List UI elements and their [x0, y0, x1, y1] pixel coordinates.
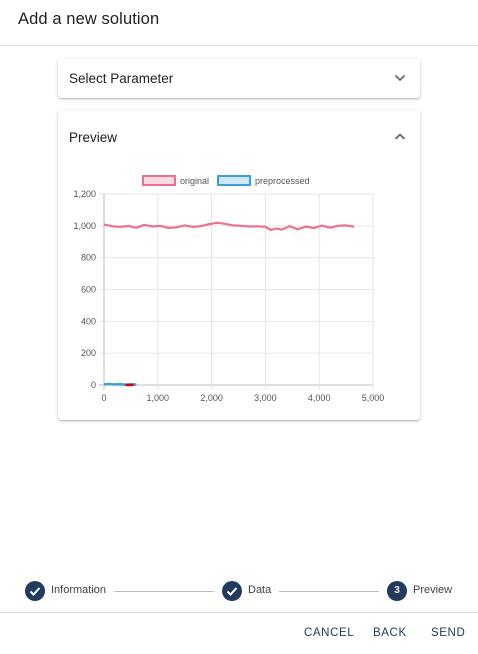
- legend-label-original: original: [180, 176, 209, 186]
- step-data-label: Data: [248, 584, 272, 596]
- step-preview-label: Preview: [413, 584, 453, 596]
- back-button[interactable]: BACK: [373, 627, 407, 639]
- preview-panel: Preview 0 200 400 600 800 1,000 1,200 0 1,000 2,0…: [58, 110, 420, 420]
- preview-panel-header[interactable]: Preview: [58, 110, 420, 150]
- dialog-footer: CANCEL BACK SEND: [0, 612, 478, 654]
- x-tick-label: 2,000: [200, 393, 223, 403]
- x-tick-label: 1,000: [147, 393, 170, 403]
- parameter-panel: Select Parameter: [58, 59, 420, 98]
- chevron-up-icon[interactable]: [394, 131, 406, 143]
- step-information-label: Information: [51, 584, 107, 596]
- y-tick-label: 600: [81, 285, 96, 295]
- legend-swatch-preprocessed: [217, 175, 251, 186]
- parameter-panel-header[interactable]: Select Parameter: [58, 59, 420, 99]
- check-icon: [29, 587, 41, 596]
- check-icon: [226, 587, 238, 596]
- legend-swatch-original: [142, 175, 176, 186]
- y-tick-label: 800: [81, 253, 96, 263]
- chart-svg: 0 200 400 600 800 1,000 1,200 0 1,000 2,000 3,000 4…: [73, 175, 384, 403]
- chart-ticks: 0 200 400 600 800 1,000 1,200 0 1,000 2,000 3,000 4…: [73, 189, 384, 403]
- step-data-icon: [222, 581, 242, 601]
- x-tick-label: 5,000: [362, 393, 385, 403]
- y-tick-label: 0: [91, 380, 96, 390]
- chart-series: [103, 221, 355, 387]
- chevron-down-icon[interactable]: [394, 72, 406, 84]
- x-tick-label: 4,000: [308, 393, 331, 403]
- series-line-original: [103, 221, 355, 232]
- y-tick-label: 1,000: [73, 221, 96, 231]
- send-button[interactable]: SEND: [431, 627, 465, 639]
- y-tick-label: 1,200: [73, 189, 96, 199]
- step-preview-number: 3: [387, 581, 407, 601]
- step-connector: [279, 591, 379, 592]
- y-tick-label: 400: [81, 316, 96, 326]
- chart-grid: [99, 193, 374, 390]
- cancel-button[interactable]: CANCEL: [304, 627, 354, 639]
- step-information-icon: [25, 581, 45, 601]
- y-tick-label: 200: [81, 348, 96, 358]
- dialog-header: Add a new solution: [0, 0, 478, 46]
- chart-legend: original preprocessed: [142, 175, 310, 186]
- preview-panel-label: Preview: [69, 130, 118, 145]
- legend-label-preprocessed: preprocessed: [255, 176, 310, 186]
- dialog-title: Add a new solution: [18, 10, 160, 28]
- parameter-panel-label: Select Parameter: [69, 71, 174, 86]
- preview-chart: 0 200 400 600 800 1,000 1,200 0 1,000 2,000 3,000 4…: [58, 162, 420, 417]
- x-tick-label: 0: [101, 393, 106, 403]
- stepper: Information Data 3 Preview: [0, 570, 478, 612]
- step-connector: [114, 591, 214, 592]
- x-tick-label: 3,000: [254, 393, 277, 403]
